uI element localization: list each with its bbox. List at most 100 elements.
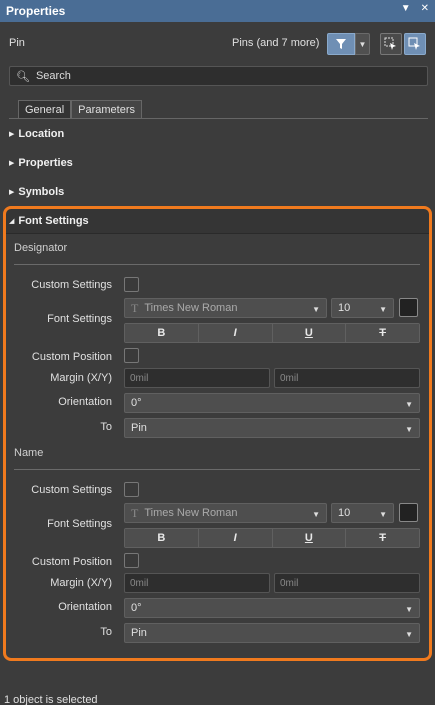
name-font-settings-label: Font Settings bbox=[47, 518, 112, 530]
designator-heading: Designator bbox=[14, 242, 68, 254]
designator-font-family-value: Times New Roman bbox=[144, 302, 238, 314]
chevron-down-icon: ▼ bbox=[312, 305, 320, 314]
chevron-down-icon: ▼ bbox=[312, 510, 320, 519]
name-margin-label: Margin (X/Y) bbox=[50, 577, 112, 589]
selection-info: Pins (and 7 more) bbox=[232, 37, 320, 49]
name-orientation-select[interactable]: 0° ▼ bbox=[124, 598, 420, 618]
tab-parameters[interactable]: Parameters bbox=[71, 100, 142, 118]
filter-icon bbox=[336, 39, 346, 49]
name-font-size-value: 10 bbox=[338, 507, 351, 519]
designator-strikeout-button[interactable]: T bbox=[346, 324, 419, 342]
filter-dropdown-button[interactable]: ▼ bbox=[355, 33, 370, 55]
panel-title-bar: Properties ▼ ✕ bbox=[0, 0, 435, 22]
name-custom-position-label: Custom Position bbox=[31, 556, 112, 568]
designator-font-size-select[interactable]: 10 ▼ bbox=[331, 298, 394, 318]
name-margin-y-placeholder: 0mil bbox=[280, 577, 299, 589]
designator-to-value: Pin bbox=[131, 422, 147, 434]
chevron-down-icon: ▼ bbox=[405, 400, 413, 409]
select-cursor-icon bbox=[384, 37, 396, 50]
designator-orientation-value: 0° bbox=[131, 397, 142, 409]
designator-margin-y-input[interactable]: 0mil bbox=[274, 368, 420, 388]
chevron-down-icon: ▼ bbox=[358, 39, 367, 49]
search-field[interactable]: 🔍︎ Search bbox=[9, 66, 428, 86]
designator-margin-label: Margin (X/Y) bbox=[50, 372, 112, 384]
name-heading: Name bbox=[14, 447, 44, 459]
status-bar-text: 1 object is selected bbox=[4, 694, 98, 705]
designator-underline-button[interactable]: U bbox=[272, 324, 347, 342]
font-type-icon: T bbox=[131, 300, 139, 315]
section-font-settings-label: Font Settings bbox=[18, 215, 89, 227]
designator-italic-button[interactable]: I bbox=[198, 324, 273, 342]
expand-triangle-icon: ▶ bbox=[9, 160, 15, 167]
designator-orientation-label: Orientation bbox=[58, 396, 112, 408]
dropdown-triangle-icon[interactable]: ▼ bbox=[401, 3, 411, 14]
chevron-down-icon: ▼ bbox=[405, 425, 413, 434]
designator-orientation-select[interactable]: 0° ▼ bbox=[124, 393, 420, 413]
name-bold-button[interactable]: B bbox=[125, 529, 199, 547]
name-divider bbox=[14, 469, 420, 470]
designator-font-color-swatch[interactable] bbox=[399, 298, 418, 317]
font-type-icon: T bbox=[131, 505, 139, 520]
designator-custom-position-label: Custom Position bbox=[31, 351, 112, 363]
tab-bar: General Parameters bbox=[18, 100, 142, 118]
designator-custom-settings-label: Custom Settings bbox=[31, 279, 112, 291]
designator-margin-x-placeholder: 0mil bbox=[130, 372, 149, 384]
section-location[interactable]: ▶ Location bbox=[9, 128, 64, 140]
designator-font-size-value: 10 bbox=[338, 302, 351, 314]
designator-font-settings-label: Font Settings bbox=[47, 313, 112, 325]
designator-custom-settings-checkbox[interactable] bbox=[124, 277, 139, 292]
chevron-down-icon: ▼ bbox=[405, 605, 413, 614]
selection-header: Pin Pins (and 7 more) ▼ bbox=[0, 22, 435, 66]
designator-font-family-select[interactable]: T Times New Roman ▼ bbox=[124, 298, 327, 318]
designator-divider bbox=[14, 264, 420, 265]
name-orientation-value: 0° bbox=[131, 602, 142, 614]
designator-to-select[interactable]: Pin ▼ bbox=[124, 418, 420, 438]
section-properties-label: Properties bbox=[18, 157, 73, 169]
chevron-down-icon: ▼ bbox=[379, 510, 387, 519]
name-font-family-value: Times New Roman bbox=[144, 507, 238, 519]
designator-bold-button[interactable]: B bbox=[125, 324, 199, 342]
name-font-size-select[interactable]: 10 ▼ bbox=[331, 503, 394, 523]
name-italic-button[interactable]: I bbox=[198, 529, 273, 547]
search-icon: 🔍︎ bbox=[16, 70, 30, 83]
name-margin-y-input[interactable]: 0mil bbox=[274, 573, 420, 593]
name-to-label: To bbox=[100, 626, 112, 638]
designator-format-buttons: B I U T bbox=[124, 323, 420, 343]
designator-to-label: To bbox=[100, 421, 112, 433]
section-properties[interactable]: ▶ Properties bbox=[9, 157, 73, 169]
name-to-value: Pin bbox=[131, 627, 147, 639]
expand-triangle-icon: ▶ bbox=[9, 131, 15, 138]
name-margin-x-placeholder: 0mil bbox=[130, 577, 149, 589]
select-arrow-icon bbox=[408, 37, 420, 50]
search-placeholder: Search bbox=[35, 70, 71, 82]
select-mask-button[interactable] bbox=[380, 33, 402, 55]
chevron-down-icon: ▼ bbox=[379, 305, 387, 314]
section-font-settings[interactable]: ◢ Font Settings bbox=[9, 215, 89, 227]
filter-button[interactable] bbox=[327, 33, 355, 55]
name-margin-x-input[interactable]: 0mil bbox=[124, 573, 270, 593]
expand-triangle-icon: ▶ bbox=[9, 189, 15, 196]
name-underline-button[interactable]: U bbox=[272, 529, 347, 547]
designator-custom-position-checkbox[interactable] bbox=[124, 348, 139, 363]
name-custom-settings-checkbox[interactable] bbox=[124, 482, 139, 497]
name-strikeout-button[interactable]: T bbox=[346, 529, 419, 547]
section-symbols-label: Symbols bbox=[18, 186, 65, 198]
tab-divider bbox=[9, 118, 428, 119]
designator-margin-y-placeholder: 0mil bbox=[280, 372, 299, 384]
designator-margin-x-input[interactable]: 0mil bbox=[124, 368, 270, 388]
name-to-select[interactable]: Pin ▼ bbox=[124, 623, 420, 643]
panel-title: Properties bbox=[6, 4, 66, 18]
object-type-label: Pin bbox=[9, 37, 25, 49]
name-font-family-select[interactable]: T Times New Roman ▼ bbox=[124, 503, 327, 523]
name-format-buttons: B I U T bbox=[124, 528, 420, 548]
selection-filter-button[interactable] bbox=[404, 33, 426, 55]
close-icon[interactable]: ✕ bbox=[421, 3, 429, 14]
section-symbols[interactable]: ▶ Symbols bbox=[9, 186, 64, 198]
section-location-label: Location bbox=[18, 128, 65, 140]
name-font-color-swatch[interactable] bbox=[399, 503, 418, 522]
name-custom-settings-label: Custom Settings bbox=[31, 484, 112, 496]
name-orientation-label: Orientation bbox=[58, 601, 112, 613]
chevron-down-icon: ▼ bbox=[405, 630, 413, 639]
name-custom-position-checkbox[interactable] bbox=[124, 553, 139, 568]
tab-general[interactable]: General bbox=[18, 100, 72, 118]
